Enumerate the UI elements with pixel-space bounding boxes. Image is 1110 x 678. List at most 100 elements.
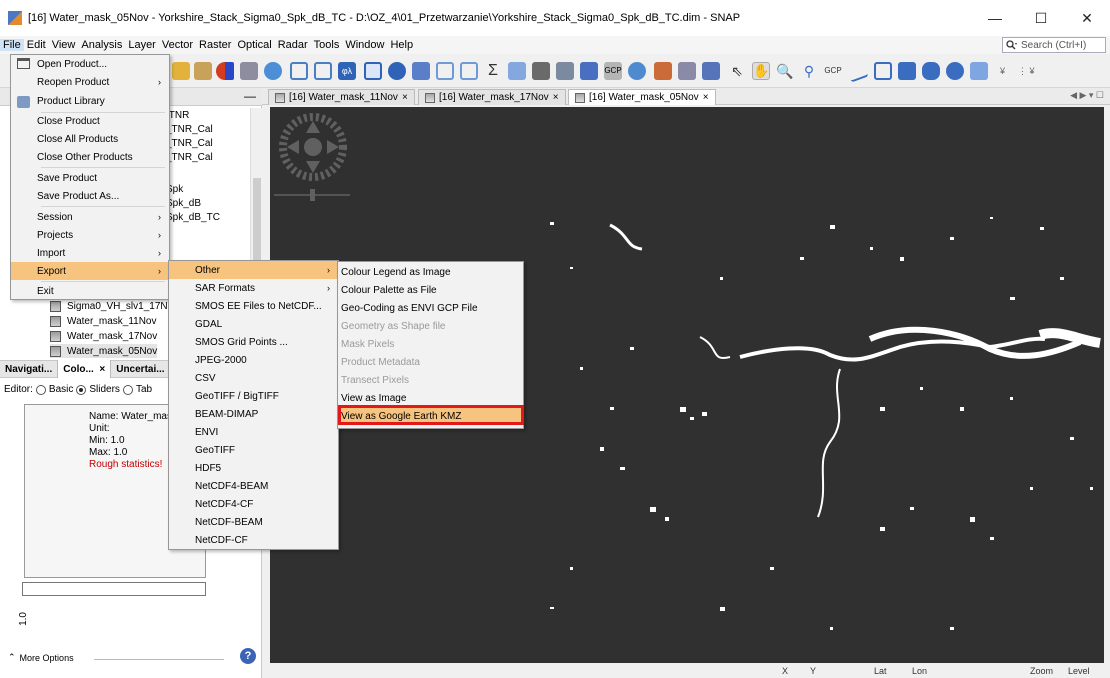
tree-band-item[interactable]: Water_mask_17Nov	[50, 329, 157, 343]
slider-handle[interactable]	[19, 599, 31, 610]
menu-item-gdal[interactable]: GDAL	[169, 315, 338, 333]
tab-colour-manipulation[interactable]: Colo... ×	[58, 360, 112, 378]
ellipse-draw-icon[interactable]	[946, 62, 964, 80]
minimize-panel-icon[interactable]: —	[244, 89, 256, 103]
toolbar-overflow-icon[interactable]: ¥	[1000, 62, 1018, 80]
menu-tools[interactable]: Tools	[311, 39, 343, 51]
scatter-plot-icon[interactable]	[460, 62, 478, 80]
information-icon[interactable]	[388, 62, 406, 80]
rgb-image-icon[interactable]	[216, 62, 234, 80]
gcp-icon[interactable]: GCP	[604, 62, 622, 80]
menu-file[interactable]: File	[0, 39, 24, 51]
tab-close-icon[interactable]: ×	[553, 92, 559, 103]
menu-item-beam-dimap[interactable]: BEAM-DIMAP	[169, 405, 338, 423]
analysis-icon[interactable]	[412, 62, 430, 80]
tab-close-icon[interactable]: ×	[703, 92, 709, 103]
sync-views-icon[interactable]	[654, 62, 672, 80]
tab-navigation-icons[interactable]: ◀ ▶ ▾ ☐	[1070, 90, 1104, 101]
tree-item[interactable]: _TNR_Cal	[166, 124, 213, 135]
menu-item-jpeg-2000[interactable]: JPEG-2000	[169, 351, 338, 369]
menu-item-import[interactable]: Import ›	[11, 244, 169, 262]
menu-analysis[interactable]: Analysis	[78, 39, 125, 51]
menu-item-product-library[interactable]: Product Library	[11, 92, 169, 110]
pin-icon[interactable]	[580, 62, 598, 80]
pin-manager-icon[interactable]	[532, 62, 550, 80]
world-icon[interactable]	[628, 62, 646, 80]
menu-item-hdf5[interactable]: HDF5	[169, 459, 338, 477]
tree-item[interactable]: _TNR_Cal	[166, 138, 213, 149]
menu-vector[interactable]: Vector	[159, 39, 196, 51]
histogram-icon[interactable]	[436, 62, 454, 80]
menu-item-smos-grid-points[interactable]: SMOS Grid Points ...	[169, 333, 338, 351]
tree-band-item[interactable]: Water_mask_11Nov	[50, 314, 156, 328]
menu-item-sar-formats[interactable]: SAR Formats ›	[169, 279, 338, 297]
tab-close-icon[interactable]: ×	[402, 92, 408, 103]
menu-item-netcdf4-beam[interactable]: NetCDF4-BEAM	[169, 477, 338, 495]
colour-slider-bar[interactable]	[22, 582, 206, 596]
line-draw-icon[interactable]	[845, 59, 869, 83]
bands-icon[interactable]	[194, 62, 212, 80]
menu-optical[interactable]: Optical	[234, 39, 274, 51]
menu-item-netcdf-cf[interactable]: NetCDF-CF	[169, 531, 338, 549]
tile-icon[interactable]	[678, 62, 696, 80]
search-input[interactable]: Search (Ctrl+I)	[1002, 37, 1106, 53]
vector-draw-icon[interactable]	[290, 62, 308, 80]
menu-item-exit[interactable]: Exit	[11, 282, 169, 300]
menu-item-geotiff[interactable]: GeoTIFF	[169, 441, 338, 459]
menu-item-session[interactable]: Session ›	[11, 208, 169, 226]
menu-item-netcdf4-cf[interactable]: NetCDF4-CF	[169, 495, 338, 513]
more-options-toggle[interactable]: ⌃ More Options	[8, 652, 74, 663]
wave-icon[interactable]	[264, 62, 282, 80]
menu-view[interactable]: View	[49, 39, 79, 51]
menu-raster[interactable]: Raster	[196, 39, 234, 51]
toolbar-more-icon[interactable]: ⋮ ¥	[1018, 62, 1036, 80]
menu-item-colour-palette-as-file[interactable]: Colour Palette as File	[338, 281, 523, 299]
chart-icon[interactable]	[364, 62, 382, 80]
minimize-button[interactable]: —	[972, 0, 1018, 36]
radio-table[interactable]	[122, 384, 133, 395]
menu-item-close-all-products[interactable]: Close All Products	[11, 130, 169, 148]
tree-band-item-selected[interactable]: Water_mask_05Nov	[50, 344, 158, 358]
menu-help[interactable]: Help	[387, 39, 416, 51]
menu-item-save-product[interactable]: Save Product	[11, 169, 169, 187]
menu-window[interactable]: Window	[342, 39, 387, 51]
tab-navigation[interactable]: Navigati...	[0, 360, 59, 378]
tab-water-mask-05nov[interactable]: [16] Water_mask_05Nov ×	[568, 89, 716, 105]
eraser-icon[interactable]	[240, 62, 258, 80]
product-icon[interactable]	[172, 62, 190, 80]
menu-item-export[interactable]: Export ›	[11, 262, 169, 280]
magic-wand-icon[interactable]	[970, 62, 988, 80]
menu-item-netcdf-beam[interactable]: NetCDF-BEAM	[169, 513, 338, 531]
rectangle-draw-icon[interactable]	[898, 62, 916, 80]
menu-item-other[interactable]: Other ›	[169, 261, 338, 279]
close-button[interactable]: ✕	[1064, 0, 1110, 36]
menu-item-save-product-as[interactable]: Save Product As...	[11, 187, 169, 205]
polyline-draw-icon[interactable]	[874, 62, 892, 80]
menu-item-smos-ee-netcdf[interactable]: SMOS EE Files to NetCDF...	[169, 297, 338, 315]
tree-band-item[interactable]: Sigma0_VH_slv1_17N	[50, 299, 168, 313]
menu-item-open-product[interactable]: Open Product...	[11, 55, 169, 73]
tab-water-mask-17nov[interactable]: [16] Water_mask_17Nov ×	[418, 89, 566, 105]
radio-basic[interactable]	[35, 384, 46, 395]
menu-layer[interactable]: Layer	[125, 39, 159, 51]
profile-icon[interactable]	[508, 62, 526, 80]
menu-item-colour-legend-as-image[interactable]: Colour Legend as Image	[338, 263, 523, 281]
select-tool-icon[interactable]: ⇖	[728, 62, 746, 80]
tree-item[interactable]: Spk_dB_TC	[166, 212, 220, 223]
tab-uncertainty[interactable]: Uncertai...	[111, 360, 171, 378]
gcp-placing-icon[interactable]: GCP	[824, 62, 842, 80]
tab-water-mask-11nov[interactable]: [16] Water_mask_11Nov ×	[268, 89, 415, 105]
menu-radar[interactable]: Radar	[275, 39, 311, 51]
tab-close-icon[interactable]: ×	[99, 364, 105, 375]
menu-item-geotiff-bigtiff[interactable]: GeoTIFF / BigTIFF	[169, 387, 338, 405]
tree-item[interactable]: _TNR_Cal	[166, 152, 213, 163]
statistics-icon[interactable]: Σ	[484, 62, 502, 80]
menu-edit[interactable]: Edit	[24, 39, 49, 51]
menu-item-envi[interactable]: ENVI	[169, 423, 338, 441]
radio-sliders[interactable]	[76, 384, 87, 395]
menu-item-geocoding-envi-gcp[interactable]: Geo-Coding as ENVI GCP File	[338, 299, 523, 317]
pin-placing-icon[interactable]: ⚲	[800, 62, 818, 80]
shape-draw-icon[interactable]	[922, 62, 940, 80]
menu-item-close-product[interactable]: Close Product	[11, 112, 169, 130]
menu-item-projects[interactable]: Projects ›	[11, 226, 169, 244]
